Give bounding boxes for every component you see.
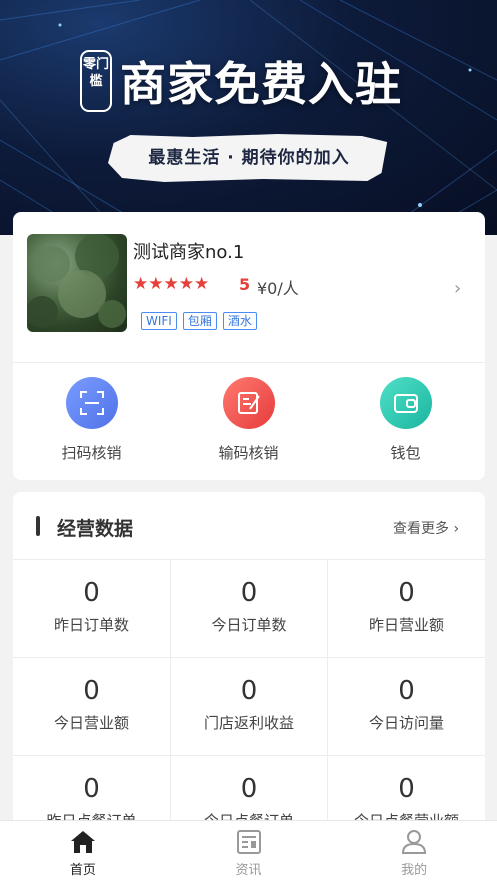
stat-value: 0	[398, 774, 415, 804]
shop-thumbnail[interactable]	[27, 234, 127, 332]
tab-news-label: 资讯	[235, 863, 262, 878]
banner: 零门槛 商家免费入驻 最惠生活 · 期待你的加入	[0, 0, 497, 235]
view-more-link[interactable]: 查看更多 ›	[393, 518, 459, 538]
shop-tags: WIFI 包厢 酒水	[141, 312, 257, 330]
stat-label: 昨日订单数	[53, 616, 129, 634]
chevron-right-icon: ›	[453, 521, 460, 537]
view-more-label: 查看更多	[393, 521, 449, 537]
stat-value: 0	[398, 578, 415, 608]
shop-name[interactable]: 测试商家no.1	[133, 238, 244, 264]
code-verify-button[interactable]: 输码核销	[170, 377, 327, 463]
code-verify-label: 输码核销	[218, 444, 279, 462]
stat-cell[interactable]: 0 今日营业额	[13, 658, 171, 756]
home-icon	[70, 831, 95, 853]
stat-value: 0	[398, 676, 415, 706]
stat-label: 今日订单数	[211, 616, 287, 634]
scan-verify-button[interactable]: 扫码核销	[13, 377, 170, 463]
wallet-button[interactable]: 钱包	[327, 377, 484, 463]
tag-wifi: WIFI	[141, 312, 177, 330]
chevron-right-icon[interactable]: ›	[454, 278, 461, 299]
section-title: 经营数据	[57, 518, 134, 540]
quick-actions: 扫码核销 输码核销 钱包	[13, 377, 485, 463]
stat-value: 0	[83, 578, 100, 608]
shop-card: 测试商家no.1 ★★★★★ 5 ¥0/人 › WIFI 包厢 酒水 扫码核销	[13, 212, 485, 480]
rating-score: 5	[239, 275, 251, 294]
user-icon	[402, 830, 427, 854]
stat-cell[interactable]: 0 昨日订单数	[13, 560, 171, 658]
stat-cell[interactable]: 0 今日访问量	[328, 658, 485, 756]
stat-value: 0	[240, 774, 258, 804]
news-icon	[236, 830, 261, 854]
stat-cell[interactable]: 0 门店返利收益	[171, 658, 328, 756]
stat-cell[interactable]: 0 昨日营业额	[328, 560, 485, 658]
stat-cell[interactable]: 0 今日订单数	[171, 560, 328, 658]
brand-badge: 零门槛	[80, 50, 112, 112]
scan-verify-label: 扫码核销	[61, 444, 122, 462]
banner-background-lines	[0, 0, 497, 235]
stat-value: 0	[83, 676, 100, 706]
banner-title: 商家免费入驻	[120, 57, 402, 111]
scan-icon	[65, 377, 118, 429]
tab-mine-label: 我的	[401, 863, 428, 878]
stat-label: 昨日营业额	[368, 616, 444, 634]
business-data-card: 经营数据 查看更多 › 0 昨日订单数 0 今日订单数 0 昨日营业额 0 今日营业额 …	[13, 492, 485, 832]
tab-news[interactable]: 资讯	[166, 821, 332, 883]
stat-value: 0	[83, 774, 100, 804]
stat-value: 0	[240, 676, 258, 706]
stat-label: 今日营业额	[53, 714, 129, 732]
rating-stars: ★★★★★	[133, 274, 210, 294]
tab-home-label: 首页	[69, 863, 96, 878]
section-marker	[36, 516, 40, 536]
stat-label: 门店返利收益	[203, 714, 294, 732]
banner-slogan: 最惠生活 · 期待你的加入	[148, 148, 350, 168]
stat-label: 今日访问量	[368, 714, 444, 732]
bottom-tab-bar: 首页 资讯 我的	[0, 820, 497, 883]
tab-home[interactable]: 首页	[0, 821, 166, 883]
divider	[13, 362, 485, 363]
stats-grid: 0 昨日订单数 0 今日订单数 0 昨日营业额 0 今日营业额 0 门店返利收益 0 今日访…	[13, 559, 485, 832]
edit-code-icon	[222, 377, 275, 429]
stat-value: 0	[240, 578, 258, 608]
tag-private-room: 包厢	[182, 312, 217, 330]
price-per-person: ¥0/人	[257, 279, 299, 298]
tag-drinks: 酒水	[222, 312, 257, 330]
tab-mine[interactable]: 我的	[331, 821, 497, 883]
wallet-label: 钱包	[390, 444, 421, 462]
wallet-icon	[379, 377, 432, 429]
